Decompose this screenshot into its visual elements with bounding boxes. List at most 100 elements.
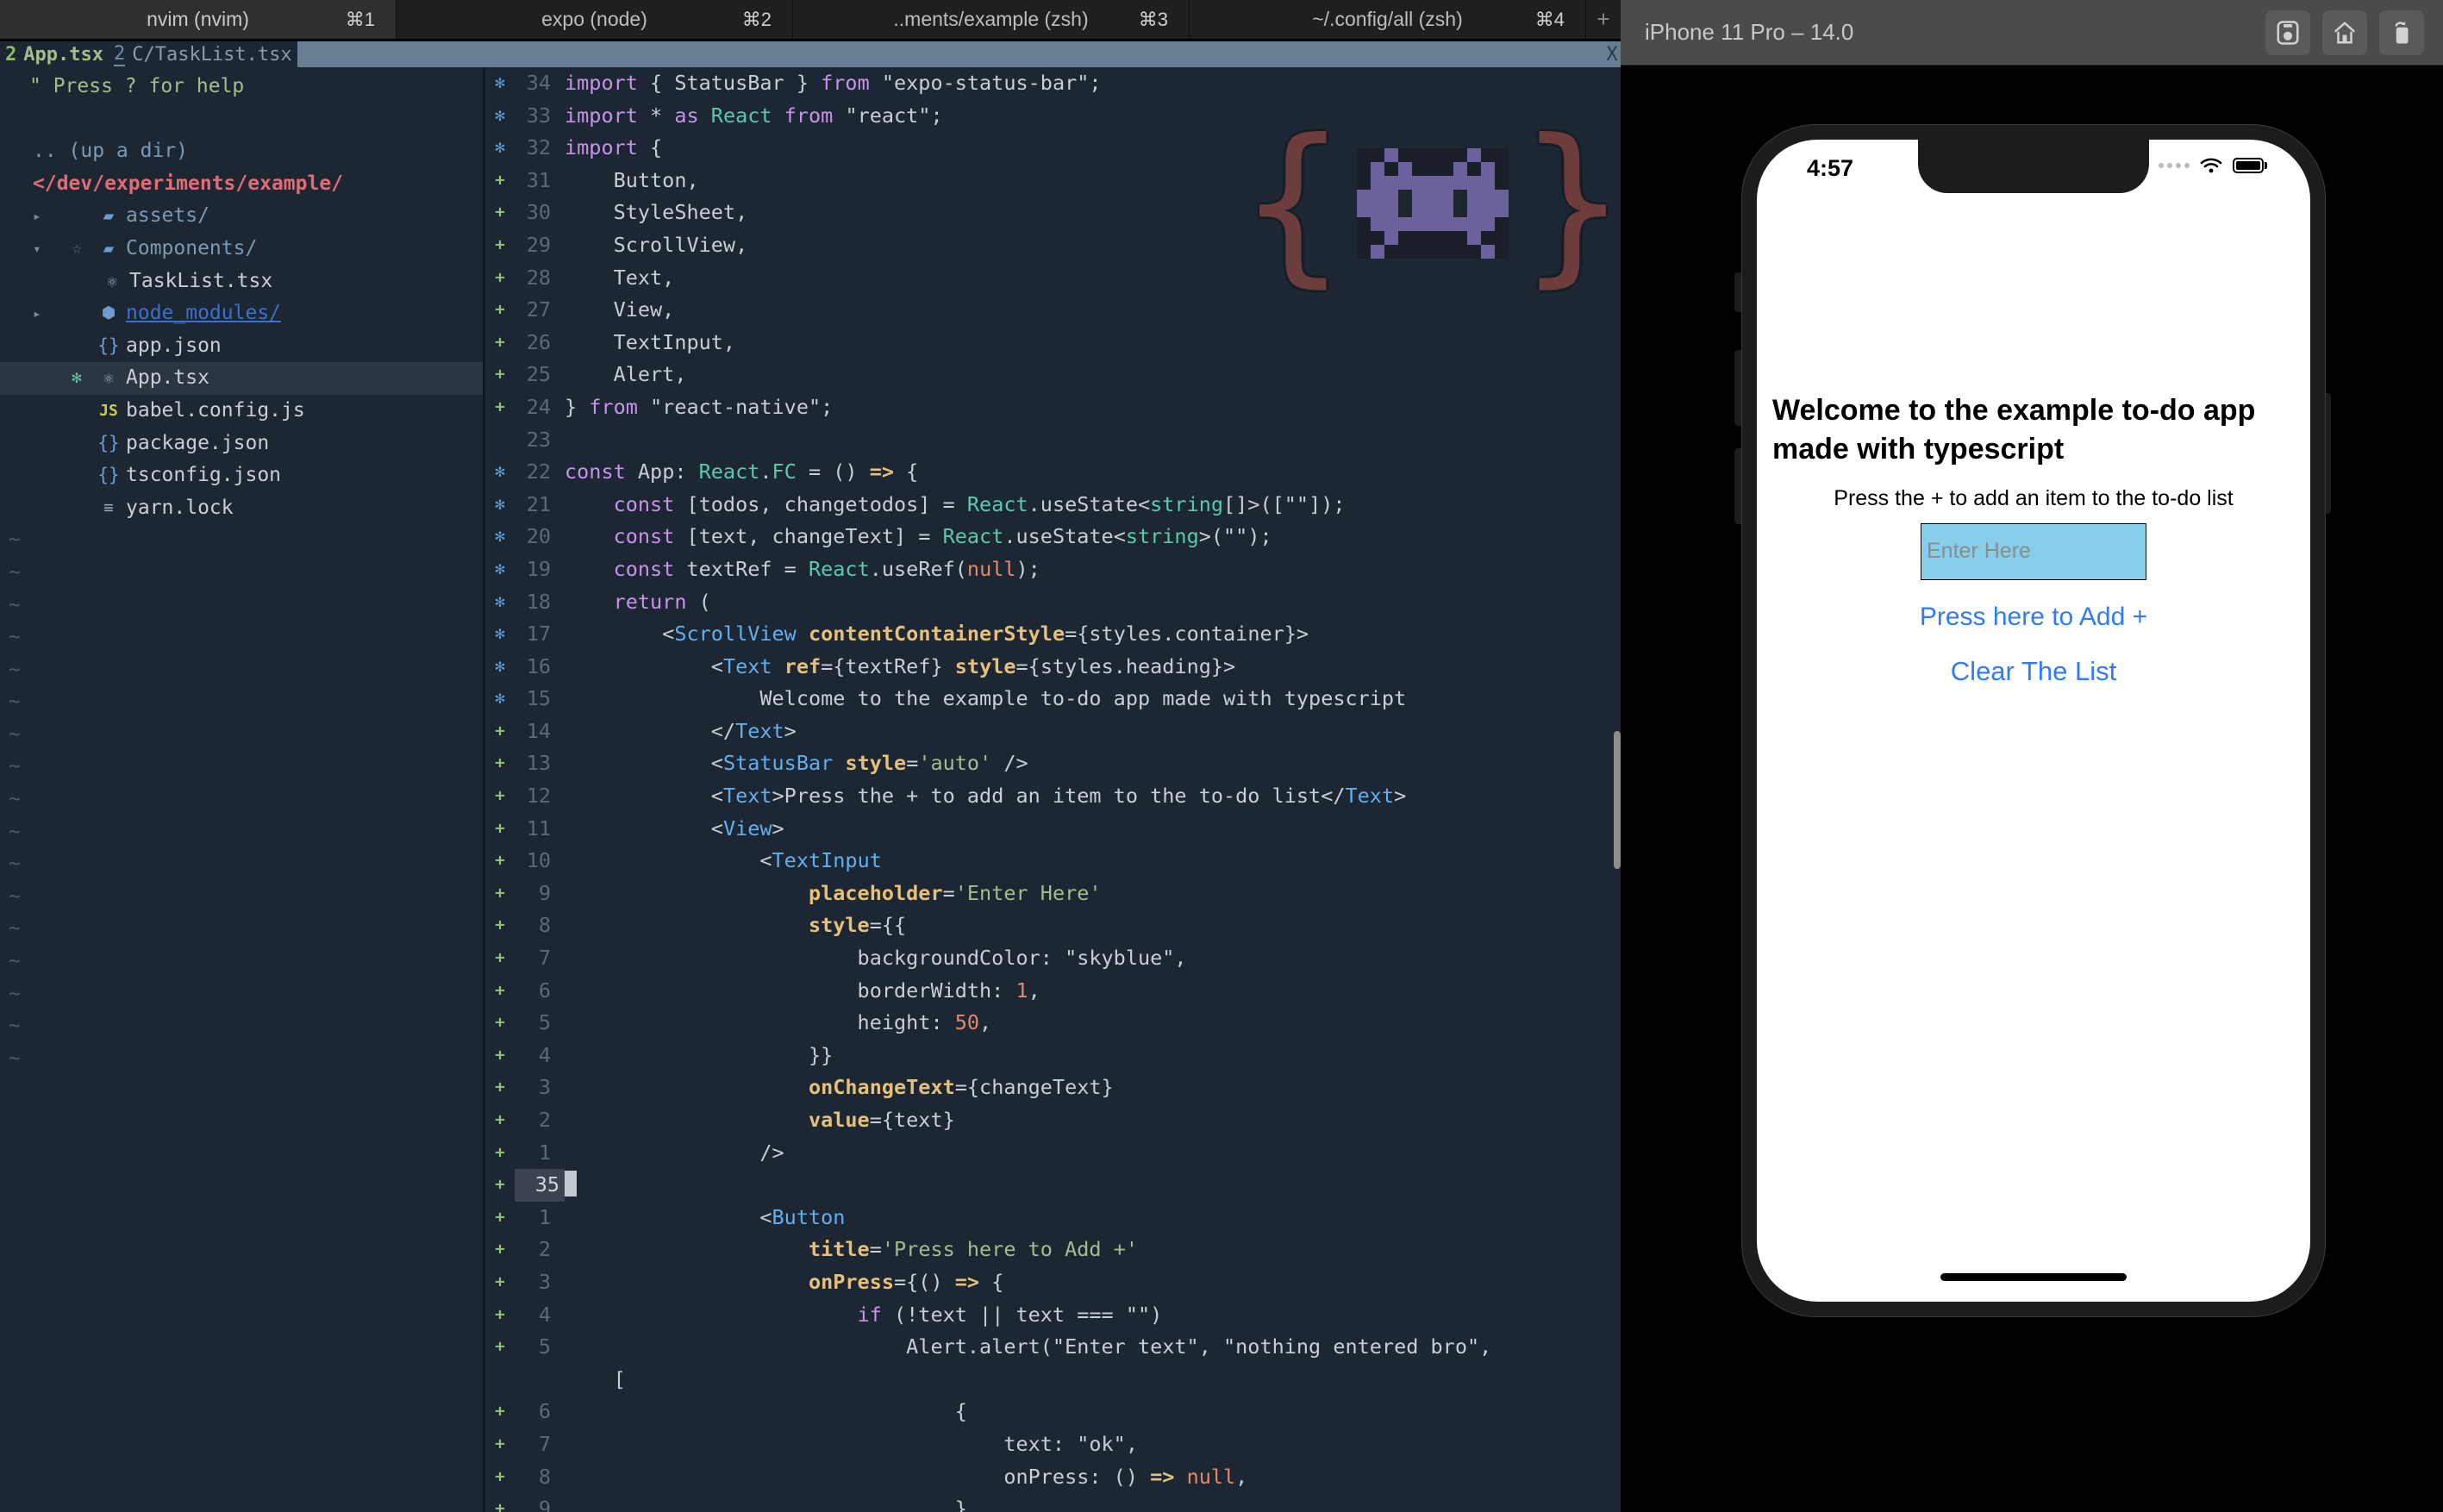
line-modified-icon: ✻	[495, 527, 505, 547]
device-frame: 4:57 Welcome to the example to-do app ma…	[1741, 124, 2326, 1317]
code-text: const textRef = React.useRef(null);	[613, 556, 1040, 581]
code-line: +29 ScrollView,	[485, 229, 1621, 262]
tab-shortcut: ⌘3	[1138, 8, 1168, 30]
screenshot-button[interactable]	[2265, 9, 2310, 55]
simulator-titlebar: iPhone 11 Pro – 14.0	[1621, 0, 2443, 66]
star-icon	[62, 297, 91, 330]
chevron-right-icon[interactable]: ▸	[33, 200, 62, 233]
code-line: +1 />	[485, 1137, 1621, 1170]
tree-item-tasklist-tsx[interactable]: ⚛ TaskList.tsx	[0, 266, 483, 298]
line-number: 2	[538, 1237, 551, 1262]
line-number: 6	[538, 1399, 551, 1424]
code-text: onPress={() => {	[808, 1269, 1004, 1294]
code-text: height: 50,	[565, 1010, 992, 1035]
chevron-placeholder-icon	[33, 362, 62, 395]
line-number: 29	[526, 232, 551, 257]
todo-text-input[interactable]: Enter Here	[1921, 522, 2146, 580]
code-editor[interactable]: { } ✻ 34 import { StatusBar } from "expo-s…	[485, 67, 1621, 1512]
code-text: StyleSheet,	[565, 200, 748, 225]
code-text: onChangeText={changeText}	[808, 1075, 1114, 1100]
line-number: 10	[526, 848, 551, 873]
code-text: import { StatusBar } from "expo-status-b…	[565, 71, 1102, 95]
terminal-tab-nvim[interactable]: nvim (nvim) ⌘1	[0, 0, 397, 39]
code-text: if (!text || text === "")	[857, 1302, 1163, 1327]
tree-item-yarn-lock[interactable]: ≡ yarn.lock	[0, 492, 483, 525]
tab-title: ~/.config/all (zsh)	[1312, 8, 1463, 30]
tree-item-app-tsx[interactable]: ✻ ⚛ App.tsx	[0, 362, 483, 395]
tree-item-components[interactable]: ▾ ☆ ▰ Components/	[0, 233, 483, 266]
file-tree[interactable]: " Press ? for help .. (up a dir) </dev/e…	[0, 67, 483, 1512]
folder-icon: ▰	[103, 237, 115, 259]
home-icon	[2334, 22, 2356, 43]
tree-item-label: package.json	[126, 431, 270, 454]
line-modified-icon: ✻	[495, 559, 505, 578]
line-modified-icon: ✻	[495, 624, 505, 644]
buffer-name: C/TaskList.tsx	[132, 43, 292, 66]
code-line: +3 onPress={() => {	[485, 1266, 1621, 1299]
chevron-down-icon[interactable]: ▾	[33, 233, 62, 266]
chevron-placeholder-icon	[33, 459, 62, 492]
tree-item-tsconfig-json[interactable]: {} tsconfig.json	[0, 459, 483, 492]
code-line: +12 <Text>Press the + to add an item to …	[485, 780, 1621, 813]
tree-item-app-json[interactable]: {} app.json	[0, 330, 483, 363]
device-screen[interactable]: 4:57 Welcome to the example to-do app ma…	[1757, 140, 2310, 1302]
line-number: 35	[515, 1169, 565, 1202]
nvim-window: 2 App.tsx 2 C/TaskList.tsx X " Press ? f…	[0, 41, 1621, 1512]
folder-icon: ▰	[103, 205, 115, 227]
home-button[interactable]	[2322, 9, 2367, 55]
terminal-tab-example-zsh[interactable]: ..ments/example (zsh) ⌘3	[793, 0, 1190, 39]
home-indicator[interactable]	[1940, 1273, 2127, 1281]
line-added-icon: +	[495, 721, 505, 740]
line-added-icon: +	[495, 1207, 505, 1227]
scrollbar-thumb[interactable]	[1614, 731, 1621, 869]
line-number: 34	[526, 71, 551, 95]
tree-item-up-dir[interactable]: .. (up a dir)	[0, 135, 483, 168]
clear-list-button[interactable]: Clear The List	[1772, 656, 2295, 687]
line-number: 4	[538, 1302, 551, 1327]
line-number: 25	[526, 362, 551, 387]
code-line: ✻ 22 const App: React.FC = () => {	[485, 456, 1621, 489]
tree-item-assets[interactable]: ▸ ▰ assets/	[0, 200, 483, 233]
new-tab-button[interactable]: +	[1586, 0, 1621, 39]
tree-item-package-json[interactable]: {} package.json	[0, 428, 483, 460]
line-number: 21	[526, 491, 551, 516]
tree-empty-line: ~	[9, 1047, 21, 1070]
line-added-icon: +	[495, 1078, 505, 1097]
code-line: +25 Alert,	[485, 359, 1621, 391]
editor-scrollbar[interactable]	[1614, 67, 1621, 1512]
buffer-tab-app-tsx[interactable]: 2 App.tsx	[0, 41, 109, 67]
code-text: },	[565, 1496, 980, 1512]
star-icon	[62, 492, 91, 525]
tab-title: expo (node)	[541, 8, 647, 30]
add-todo-button[interactable]: Press here to Add +	[1772, 603, 2295, 632]
tree-empty-line: ~	[9, 788, 21, 811]
code-text: borderWidth: 1,	[565, 978, 1040, 1003]
tree-item-babel-config-js[interactable]: JS babel.config.js	[0, 395, 483, 428]
buffer-name: App.tsx	[23, 43, 103, 66]
terminal-tab-expo[interactable]: expo (node) ⌘2	[397, 0, 793, 39]
line-added-icon: +	[495, 1240, 505, 1259]
tree-item-node-modules[interactable]: ▸ ⬢ node_modules/	[0, 297, 483, 330]
rotate-button[interactable]	[2379, 9, 2424, 55]
code-line: +7 text: "ok",	[485, 1428, 1621, 1461]
line-added-icon: +	[495, 1304, 505, 1324]
modified-icon: ✻	[72, 368, 82, 388]
line-number: 17	[526, 622, 551, 647]
star-icon	[62, 459, 91, 492]
line-added-icon: +	[495, 980, 505, 1000]
buffer-tab-tasklist-tsx[interactable]: 2 C/TaskList.tsx	[109, 41, 297, 67]
star-icon: ☆	[72, 238, 82, 258]
chevron-right-icon[interactable]: ▸	[33, 297, 62, 330]
terminal-tab-config-zsh[interactable]: ~/.config/all (zsh) ⌘4	[1190, 0, 1586, 39]
line-added-icon: +	[495, 1175, 505, 1195]
code-text: import {	[565, 135, 663, 160]
line-modified-icon: ✻	[495, 494, 505, 514]
tree-empty-line: ~	[9, 528, 21, 552]
tree-empty-line: ~	[9, 820, 21, 843]
chevron-placeholder-icon	[33, 492, 62, 525]
close-icon[interactable]: X	[1603, 41, 1621, 67]
tree-item-label: node_modules/	[126, 302, 282, 325]
code-line: +31 Button,	[485, 165, 1621, 197]
tree-empty-line: ~	[9, 560, 21, 584]
line-number: 33	[526, 103, 551, 128]
